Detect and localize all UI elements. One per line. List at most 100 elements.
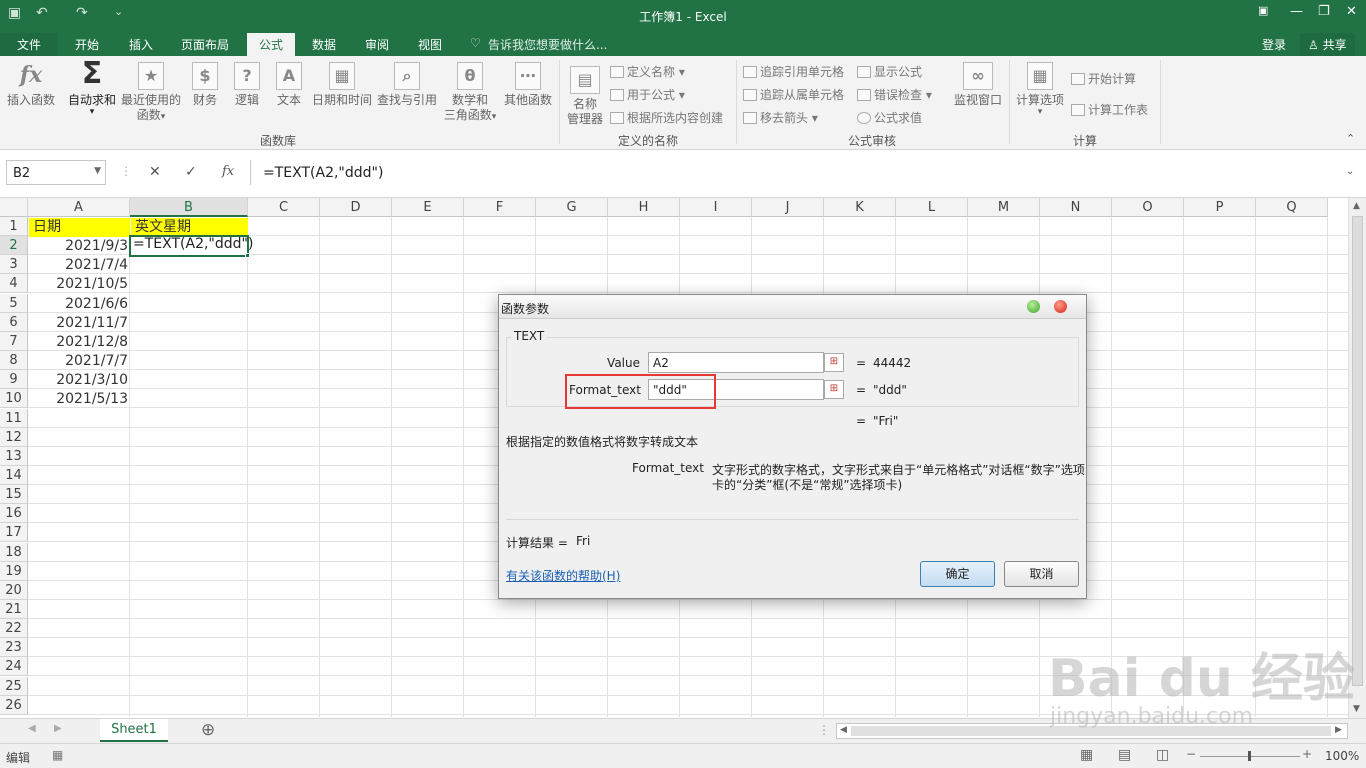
fill-handle[interactable] [245,253,250,258]
column-header-d[interactable]: D [320,198,392,217]
tab-split-grip[interactable]: ⋮ [818,723,830,737]
more-functions-button[interactable]: ⋯ 其他函数 [502,62,554,108]
normal-view-icon[interactable]: ▦ [1080,747,1093,763]
ok-button[interactable]: 确定 [920,561,995,587]
row-header-19[interactable]: 19 [0,561,28,581]
cell-a8[interactable]: 2021/7/7 [29,352,130,371]
column-header-n[interactable]: N [1040,198,1112,217]
value-arg-input[interactable]: A2 [648,352,824,373]
trace-dependents-button[interactable]: 追踪从属单元格 [743,86,844,103]
collapse-dialog-icon[interactable]: ⊞ [824,353,844,372]
row-header-20[interactable]: 20 [0,580,28,600]
calculate-now-button[interactable]: 开始计算 [1071,70,1136,87]
zoom-level[interactable]: 100% [1325,749,1359,763]
calc-options-button[interactable]: ▦ 计算选项 ▾ [1013,62,1067,117]
row-header-6[interactable]: 6 [0,312,28,332]
page-break-view-icon[interactable]: ◫ [1156,747,1169,763]
datetime-button[interactable]: ▦ 日期和时间 [310,62,374,108]
select-all-corner[interactable] [0,198,28,217]
row-header-24[interactable]: 24 [0,657,28,677]
column-header-m[interactable]: M [968,198,1040,217]
tab-insert[interactable]: 插入 [129,36,153,53]
row-header-15[interactable]: 15 [0,485,28,505]
row-header-8[interactable]: 8 [0,351,28,371]
row-header-2[interactable]: 2 [0,236,28,256]
login-link[interactable]: 登录 [1262,36,1286,53]
cell-a7[interactable]: 2021/12/8 [29,333,130,352]
financial-button[interactable]: $ 财务 [188,62,222,108]
column-header-b[interactable]: B [130,198,248,217]
chevron-down-icon[interactable]: ▼ [94,166,101,176]
macro-record-icon[interactable]: ▦ [52,748,63,762]
help-icon[interactable] [1027,300,1040,313]
column-header-f[interactable]: F [464,198,536,217]
logical-button[interactable]: ? 逻辑 [230,62,264,108]
help-link[interactable]: 有关该函数的帮助(H) [506,567,620,584]
ribbon-display-icon[interactable]: ▣ [1258,4,1268,17]
math-trig-button[interactable]: θ 数学和 三角函数▾ [440,62,500,125]
sheet-tab-sheet1[interactable]: Sheet1 [100,719,168,742]
zoom-out-icon[interactable]: − [1186,747,1196,761]
collapse-dialog-icon[interactable]: ⊞ [824,380,844,399]
row-header-9[interactable]: 9 [0,370,28,390]
row-header-17[interactable]: 17 [0,523,28,543]
cell-a4[interactable]: 2021/10/5 [29,275,130,294]
share-button[interactable]: ♙ 共享 [1300,33,1355,56]
next-sheet-icon[interactable]: ▶ [54,723,62,734]
cell-a9[interactable]: 2021/3/10 [29,371,130,390]
create-from-selection-button[interactable]: 根据所选内容创建 [610,109,723,126]
autosum-button[interactable]: Σ 自动求和 ▾ [64,58,120,117]
fx-icon[interactable]: fx [222,164,234,179]
remove-arrows-button[interactable]: 移去箭头 ▾ [743,109,818,126]
collapse-ribbon-icon[interactable]: ⌃ [1346,132,1355,145]
cell-a10[interactable]: 2021/5/13 [29,390,130,409]
vertical-scroll-thumb[interactable] [1352,216,1363,686]
row-header-13[interactable]: 13 [0,446,28,466]
add-sheet-icon[interactable]: ⊕ [201,720,215,740]
cancel-icon[interactable]: ✕ [149,164,161,180]
tab-page-layout[interactable]: 页面布局 [181,36,229,53]
column-header-o[interactable]: O [1112,198,1184,217]
prev-sheet-icon[interactable]: ◀ [28,723,36,734]
column-header-j[interactable]: J [752,198,824,217]
expand-formula-icon[interactable]: ⌄ [1346,166,1354,177]
trace-precedents-button[interactable]: 追踪引用单元格 [743,63,844,80]
row-header-1[interactable]: 1 [0,217,28,236]
row-header-26[interactable]: 26 [0,695,28,715]
row-header-3[interactable]: 3 [0,255,28,275]
show-formulas-button[interactable]: 显示公式 [857,63,922,80]
enter-icon[interactable]: ✓ [185,164,197,180]
tab-review[interactable]: 审阅 [365,36,389,53]
text-button[interactable]: A 文本 [272,62,306,108]
define-name-button[interactable]: 定义名称 ▾ [610,63,685,80]
evaluate-formula-button[interactable]: 公式求值 [857,109,922,126]
tell-me-icon[interactable]: ♡ [470,36,481,50]
recent-functions-button[interactable]: ★ 最近使用的 函数▾ [119,62,183,125]
column-header-k[interactable]: K [824,198,896,217]
tab-view[interactable]: 视图 [418,36,442,53]
cell-a6[interactable]: 2021/11/7 [29,314,130,333]
formula-input[interactable]: =TEXT(A2,"ddd") [250,160,1362,185]
column-header-l[interactable]: L [896,198,968,217]
cell-a1[interactable]: 日期 [29,218,130,237]
column-header-g[interactable]: G [536,198,608,217]
name-box[interactable]: B2 ▼ [6,160,106,185]
row-header-23[interactable]: 23 [0,638,28,658]
restore-icon[interactable]: ❐ [1318,4,1330,19]
column-header-p[interactable]: P [1184,198,1256,217]
name-manager-button[interactable]: ▤ 名称 管理器 [564,66,606,127]
zoom-in-icon[interactable]: + [1302,747,1312,761]
error-checking-button[interactable]: 错误检查 ▾ [857,86,932,103]
row-header-16[interactable]: 16 [0,504,28,524]
row-header-21[interactable]: 21 [0,600,28,619]
cell-a5[interactable]: 2021/6/6 [29,295,130,314]
column-header-a[interactable]: A [28,198,130,217]
row-header-25[interactable]: 25 [0,676,28,696]
row-header-12[interactable]: 12 [0,427,28,447]
lookup-button[interactable]: ⌕ 查找与引用 [376,62,438,108]
close-icon[interactable]: ✕ [1346,4,1357,19]
scroll-left-icon[interactable]: ◀ [840,725,847,735]
row-header-10[interactable]: 10 [0,389,28,409]
column-header-c[interactable]: C [248,198,320,217]
column-header-e[interactable]: E [392,198,464,217]
